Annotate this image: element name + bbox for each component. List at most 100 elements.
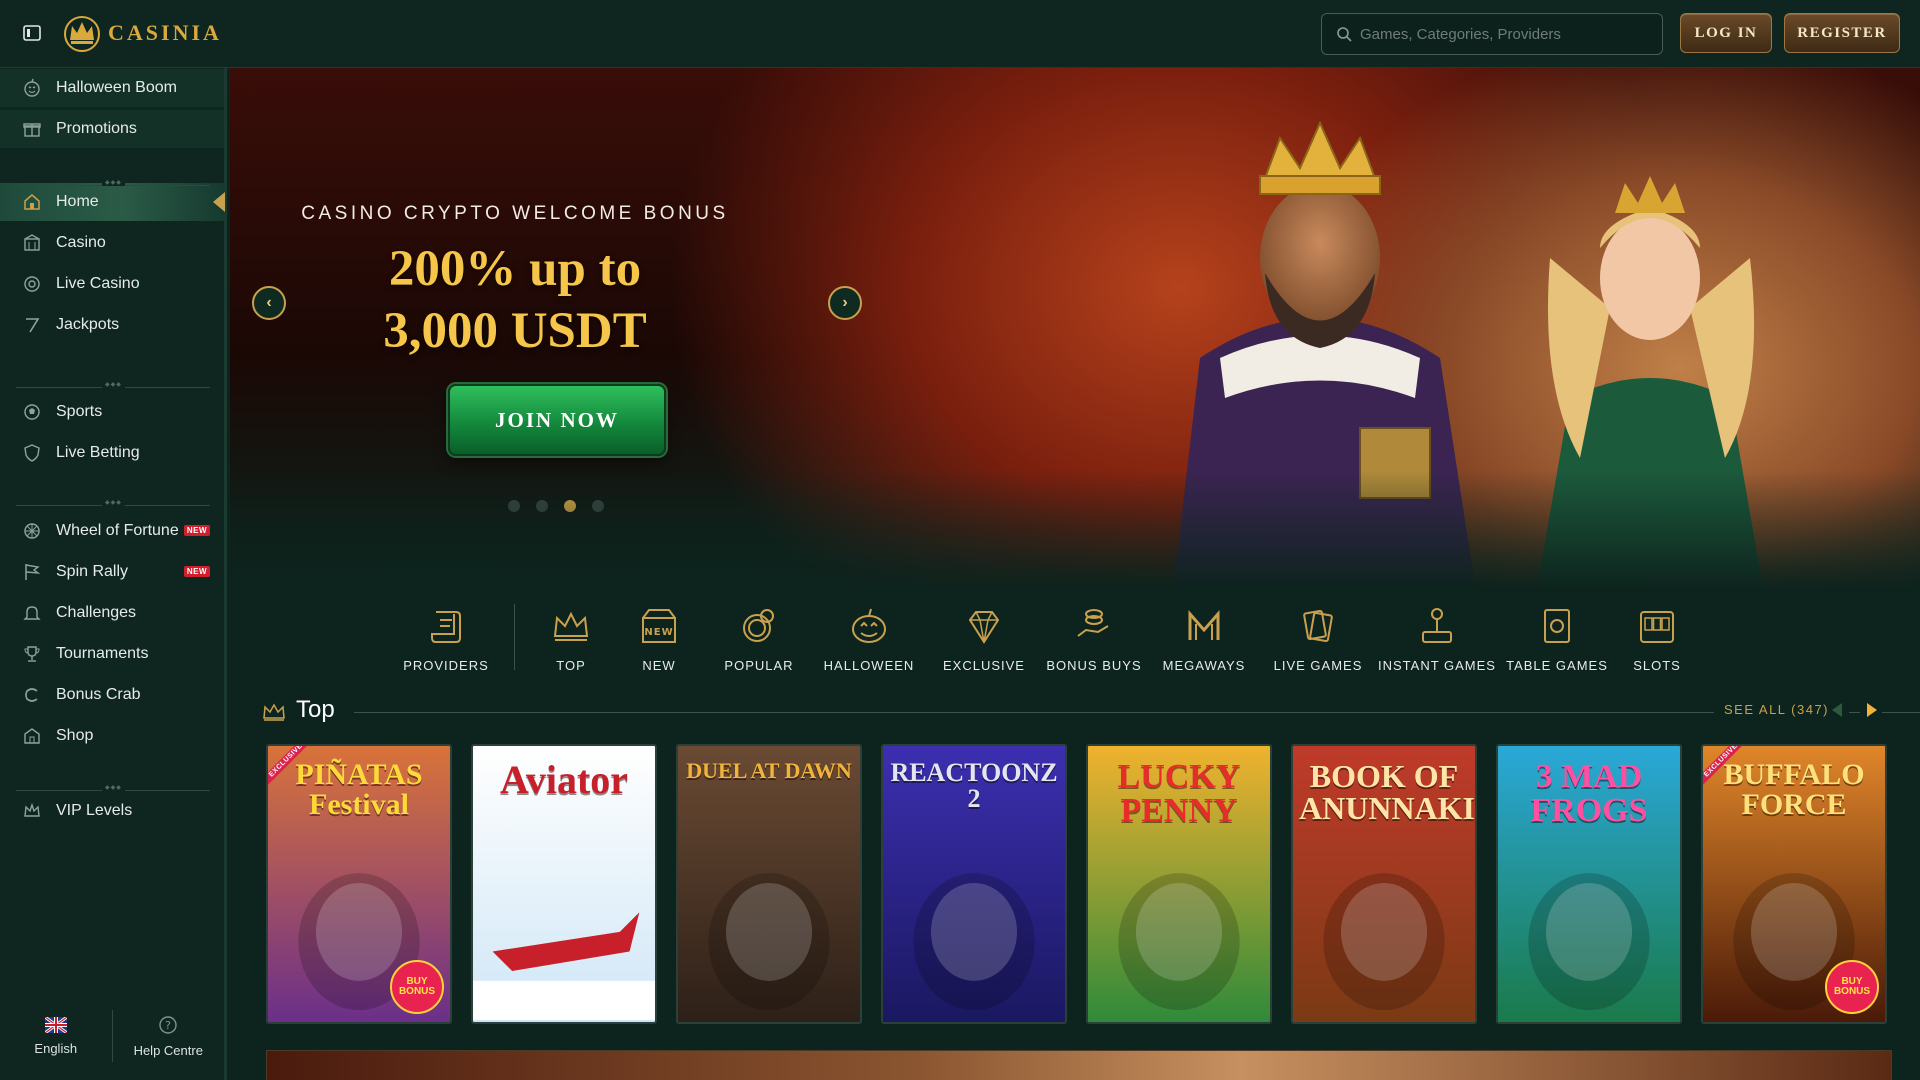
hero-pagination xyxy=(508,500,604,512)
category-exclusive[interactable]: EXCLUSIVE xyxy=(929,604,1039,673)
slot-icon xyxy=(1635,604,1679,648)
help-centre-label: Help Centre xyxy=(133,1042,203,1058)
carousel-prev-button[interactable] xyxy=(1827,699,1849,721)
triangle-right-icon xyxy=(1867,703,1877,717)
category-providers[interactable]: PROVIDERS xyxy=(400,604,492,673)
game-tile[interactable]: Aviator xyxy=(471,744,657,1024)
category-live-games[interactable]: LIVE GAMES xyxy=(1259,604,1377,673)
help-icon: ? xyxy=(159,1015,177,1034)
join-now-button[interactable]: JOIN NOW xyxy=(448,384,666,456)
casino-icon xyxy=(22,233,42,253)
see-all-link[interactable]: SEE ALL (347) xyxy=(1714,702,1840,717)
category-bonus-buys[interactable]: BONUS BUYS xyxy=(1039,604,1149,673)
search-icon xyxy=(1337,27,1352,42)
category-popular[interactable]: POPULAR xyxy=(709,604,809,673)
sidebar-toggle-icon[interactable] xyxy=(22,23,42,43)
slide-dot-2[interactable] xyxy=(536,500,548,512)
sidebar-divider xyxy=(16,784,210,791)
sidebar-item-halloween-boom[interactable]: Halloween Boom xyxy=(0,69,224,107)
shop-icon xyxy=(22,726,42,746)
sidebar-divider xyxy=(16,381,210,388)
new-box-icon: NEW xyxy=(637,604,681,648)
scroll-icon xyxy=(424,604,468,648)
sidebar-item-shop[interactable]: Shop xyxy=(0,717,224,755)
slide-dot-4[interactable] xyxy=(592,500,604,512)
sidebar-item-vip-levels[interactable]: VIP Levels xyxy=(0,792,224,830)
sidebar-item-label: Bonus Crab xyxy=(56,686,141,703)
register-button[interactable]: REGISTER xyxy=(1784,13,1900,53)
sidebar-item-spin-rally[interactable]: Spin Rally NEW xyxy=(0,553,224,591)
slide-dot-1[interactable] xyxy=(508,500,520,512)
hand-coins-icon xyxy=(1072,604,1116,648)
category-slots[interactable]: SLOTS xyxy=(1617,604,1697,673)
sidebar-item-label: VIP Levels xyxy=(56,802,133,819)
game-tile[interactable]: BUFFALO FORCE EXCLUSIVE BUY BONUS xyxy=(1701,744,1887,1024)
ball-icon xyxy=(22,402,42,422)
sidebar-item-home[interactable]: Home xyxy=(0,183,225,221)
sidebar-item-label: Wheel of Fortune xyxy=(56,522,179,539)
game-tile[interactable]: 3 MAD FROGS xyxy=(1496,744,1682,1024)
language-selector[interactable]: English xyxy=(0,992,112,1080)
category-bar: PROVIDERS TOP NEW NEW POPULAR HALLOWEEN EXCLUS… xyxy=(400,604,1697,684)
joystick-icon xyxy=(1415,604,1459,648)
sidebar-item-label: Live Betting xyxy=(56,444,140,461)
search-bar[interactable] xyxy=(1321,13,1663,55)
secondary-banner[interactable] xyxy=(266,1050,1892,1080)
category-label: SLOTS xyxy=(1633,658,1681,673)
game-title: LUCKY PENNY xyxy=(1117,758,1241,829)
category-megaways[interactable]: MEGAWAYS xyxy=(1149,604,1259,673)
hero-next-button[interactable]: › xyxy=(828,286,862,320)
game-title: BOOK OF ANUNNAKI xyxy=(1299,758,1475,826)
category-instant-games[interactable]: INSTANT GAMES xyxy=(1377,604,1497,673)
category-top[interactable]: TOP xyxy=(533,604,609,673)
category-table-games[interactable]: TABLE GAMES xyxy=(1497,604,1617,673)
wheel-icon xyxy=(22,521,42,541)
game-tile[interactable]: PIÑATAS Festival EXCLUSIVE BUY BONUS xyxy=(266,744,452,1024)
game-tile[interactable]: REACTOONZ 2 xyxy=(881,744,1067,1024)
sidebar-item-label: Casino xyxy=(56,234,106,251)
crown-logo-icon xyxy=(64,16,100,52)
game-tile[interactable]: DUEL AT DAWN xyxy=(676,744,862,1024)
buy-bonus-badge: BUY BONUS xyxy=(390,960,444,1014)
login-button[interactable]: LOG IN xyxy=(1680,13,1772,53)
shield-icon xyxy=(22,443,42,463)
sidebar-item-live-casino[interactable]: Live Casino xyxy=(0,265,224,303)
game-title: REACTOONZ 2 xyxy=(890,758,1058,813)
casinia-logo[interactable]: CASINIA xyxy=(62,12,222,54)
sidebar-item-sports[interactable]: Sports xyxy=(0,393,224,431)
category-divider xyxy=(514,604,515,670)
sidebar-item-wheel-of-fortune[interactable]: Wheel of Fortune NEW xyxy=(0,512,224,550)
sidebar-item-tournaments[interactable]: Tournaments xyxy=(0,635,224,673)
sidebar-item-challenges[interactable]: Challenges xyxy=(0,594,224,632)
sidebar-item-live-betting[interactable]: Live Betting xyxy=(0,434,224,472)
carousel-next-button[interactable] xyxy=(1860,699,1882,721)
sidebar-divider xyxy=(16,179,210,186)
sidebar-item-promotions[interactable]: Promotions xyxy=(0,110,224,148)
triangle-left-icon xyxy=(1832,703,1842,717)
sidebar-item-label: Sports xyxy=(56,403,103,420)
game-artwork xyxy=(708,873,830,1011)
section-divider xyxy=(354,712,1920,713)
help-centre-link[interactable]: ? Help Centre xyxy=(113,992,225,1080)
sidebar-item-bonus-crab[interactable]: Bonus Crab xyxy=(0,676,224,714)
game-tile[interactable]: BOOK OF ANUNNAKI xyxy=(1291,744,1477,1024)
category-halloween[interactable]: HALLOWEEN xyxy=(809,604,929,673)
sidebar-item-label: Halloween Boom xyxy=(56,79,177,96)
flag-icon xyxy=(22,562,42,582)
svg-text:?: ? xyxy=(165,1019,171,1032)
game-tile[interactable]: LUCKY PENNY xyxy=(1086,744,1272,1024)
crab-icon xyxy=(22,685,42,705)
crown-icon xyxy=(549,604,593,648)
cards-icon xyxy=(1296,604,1340,648)
category-new[interactable]: NEW NEW xyxy=(609,604,709,673)
slide-dot-3[interactable] xyxy=(564,500,576,512)
search-input[interactable] xyxy=(1360,25,1650,43)
new-badge: NEW xyxy=(183,525,210,536)
section-title: Top xyxy=(296,696,335,723)
uk-flag-icon xyxy=(44,1016,67,1033)
hero-title: 200% up to 3,000 USDT xyxy=(270,238,760,362)
sidebar-item-jackpots[interactable]: Jackpots xyxy=(0,306,224,344)
game-title: BUFFALO FORCE xyxy=(1723,758,1865,821)
language-label: English xyxy=(34,1040,78,1056)
sidebar-item-casino[interactable]: Casino xyxy=(0,224,224,262)
